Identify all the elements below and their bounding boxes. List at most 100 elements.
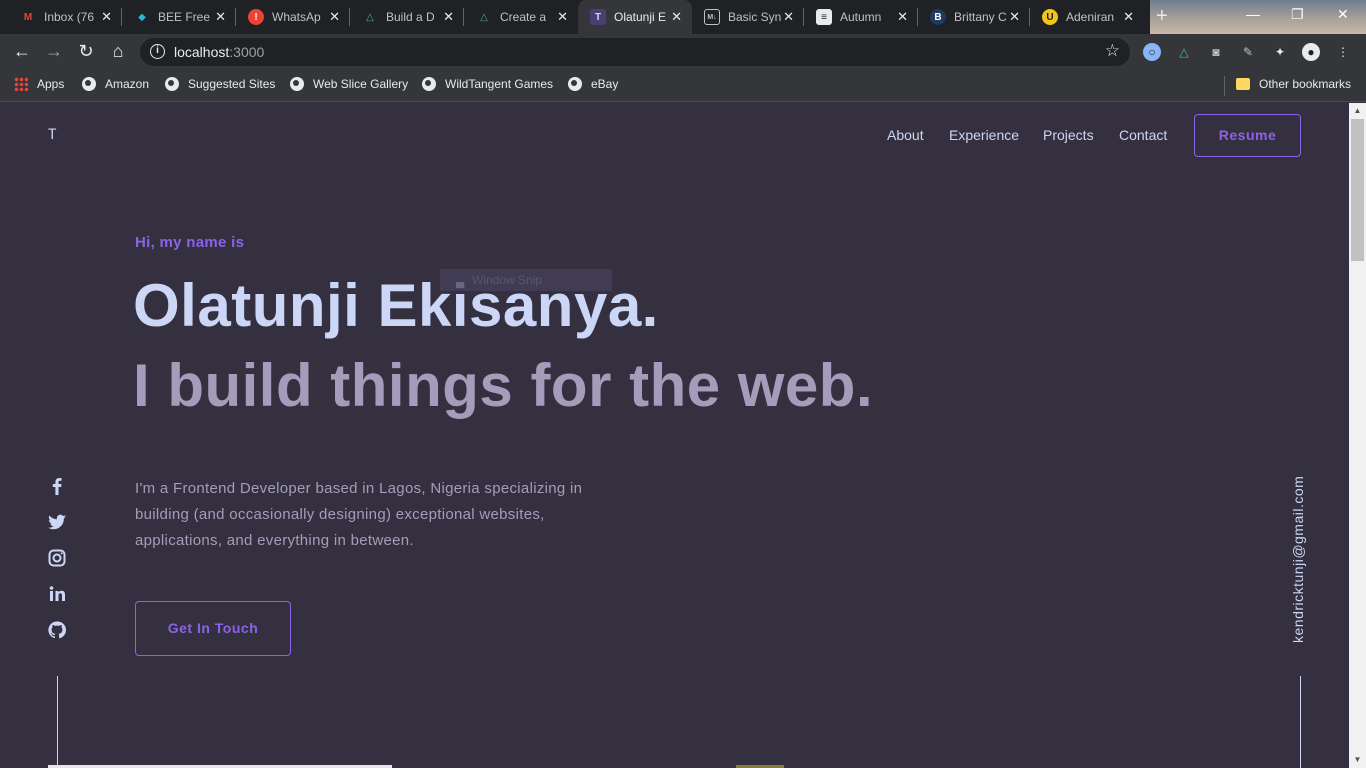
close-icon[interactable]: ✕ bbox=[329, 9, 340, 25]
tab-strip: M Inbox (76 ✕ ◆ BEE Free ✕ ! WhatsAp ✕ △… bbox=[0, 0, 1366, 34]
bookmark-apps[interactable]: Apps bbox=[14, 77, 64, 91]
bookmarks-bar: Apps Amazon Suggested Sites Web Slice Ga… bbox=[0, 70, 1366, 102]
tab-create-a[interactable]: △ Create a ✕ bbox=[464, 0, 578, 34]
hero-tagline: I build things for the web. bbox=[133, 352, 874, 419]
close-icon[interactable]: ✕ bbox=[897, 9, 908, 25]
brittany-icon: B bbox=[930, 9, 946, 25]
email-divider-line bbox=[1300, 676, 1301, 768]
new-tab-icon[interactable]: + bbox=[1156, 6, 1168, 26]
tab-title: Autumn bbox=[840, 10, 882, 24]
window-snip-overlay: Window Snip bbox=[440, 269, 612, 291]
tab-autumn[interactable]: ≡ Autumn ✕ bbox=[804, 0, 918, 34]
bookmark-amazon[interactable]: Amazon bbox=[82, 77, 149, 91]
bee-icon: ◆ bbox=[138, 11, 146, 23]
globe-icon bbox=[422, 77, 436, 91]
close-icon[interactable]: ✕ bbox=[1123, 9, 1134, 25]
nav-projects[interactable]: Projects bbox=[1043, 127, 1094, 143]
close-icon[interactable]: ✕ bbox=[215, 9, 226, 25]
bookmark-star-icon[interactable]: ☆ bbox=[1105, 41, 1120, 61]
minimize-icon[interactable]: — bbox=[1246, 6, 1260, 22]
back-icon[interactable]: ← bbox=[11, 41, 33, 61]
restore-icon[interactable]: ❐ bbox=[1291, 6, 1304, 23]
close-icon[interactable]: ✕ bbox=[557, 9, 568, 25]
facebook-icon[interactable] bbox=[47, 476, 67, 496]
globe-icon bbox=[290, 77, 304, 91]
apps-grid-icon bbox=[14, 77, 28, 91]
camera-icon[interactable]: ◙ bbox=[1207, 43, 1225, 61]
scrollbar-thumb[interactable] bbox=[1351, 119, 1364, 261]
tab-whatsapp[interactable]: ! WhatsAp ✕ bbox=[236, 0, 350, 34]
nav-contact[interactable]: Contact bbox=[1119, 127, 1167, 143]
forward-icon[interactable]: → bbox=[43, 41, 65, 61]
tab-title: Olatunji E bbox=[614, 10, 667, 24]
tab-title: Create a bbox=[500, 10, 547, 24]
pen-icon[interactable]: ✎ bbox=[1239, 43, 1257, 61]
bookmark-suggested-sites[interactable]: Suggested Sites bbox=[165, 77, 275, 91]
github-icon[interactable] bbox=[47, 620, 67, 640]
email-link[interactable]: kendricktunji@gmail.com bbox=[1290, 476, 1306, 643]
tab-title: Build a D bbox=[386, 10, 435, 24]
scroll-up-icon[interactable]: ▲ bbox=[1349, 103, 1366, 119]
tab-title: Brittany C bbox=[954, 10, 1007, 24]
tab-gmail[interactable]: M Inbox (76 ✕ bbox=[8, 0, 122, 34]
tab-basic-syntax[interactable]: M↓ Basic Syn ✕ bbox=[692, 0, 804, 34]
tab-title: WhatsAp bbox=[272, 10, 321, 24]
globe-icon bbox=[82, 77, 96, 91]
bookmark-web-slice-gallery[interactable]: Web Slice Gallery bbox=[290, 77, 408, 91]
globe-icon bbox=[165, 77, 179, 91]
menu-kebab-icon[interactable]: ⋮ bbox=[1334, 43, 1352, 61]
bookmark-other[interactable]: Other bookmarks bbox=[1236, 77, 1351, 91]
tab-build-a[interactable]: △ Build a D ✕ bbox=[350, 0, 464, 34]
browser-toolbar: ← → ↻ ⌂ i localhost:3000 ☆ ○ △ ◙ ✎ ✦ ● ⋮ bbox=[0, 34, 1366, 70]
close-icon[interactable]: ✕ bbox=[1009, 9, 1020, 25]
linkedin-icon[interactable] bbox=[47, 584, 67, 604]
vue-devtools-icon[interactable]: △ bbox=[1175, 43, 1193, 61]
extensions-puzzle-icon[interactable]: ✦ bbox=[1271, 43, 1289, 61]
whatsapp-alert-icon: ! bbox=[248, 9, 264, 25]
tab-title: Adeniran bbox=[1066, 10, 1115, 24]
extension-icon[interactable]: ○ bbox=[1143, 43, 1161, 61]
scroll-down-icon[interactable]: ▼ bbox=[1349, 752, 1366, 768]
adeniran-icon: U bbox=[1042, 9, 1058, 25]
close-icon[interactable]: ✕ bbox=[671, 9, 682, 25]
home-icon[interactable]: ⌂ bbox=[107, 41, 129, 61]
tab-olatunji-active[interactable]: T Olatunji E ✕ bbox=[578, 0, 692, 34]
vue-icon: △ bbox=[480, 11, 488, 23]
nav-about[interactable]: About bbox=[887, 127, 924, 143]
tab-brittany[interactable]: B Brittany C ✕ bbox=[918, 0, 1030, 34]
url-text[interactable]: localhost:3000 bbox=[174, 44, 264, 60]
site-info-icon[interactable]: i bbox=[150, 44, 165, 59]
markdown-icon: M↓ bbox=[704, 9, 720, 25]
portfolio-page: T About Experience Projects Contact Resu… bbox=[0, 103, 1366, 768]
resume-button[interactable]: Resume bbox=[1194, 114, 1301, 157]
folder-icon bbox=[1236, 78, 1250, 90]
get-in-touch-button[interactable]: Get In Touch bbox=[135, 601, 291, 656]
instagram-icon[interactable] bbox=[47, 548, 67, 568]
portfolio-icon: T bbox=[590, 9, 606, 25]
gmail-icon: M bbox=[23, 11, 33, 23]
tab-title: Inbox (76 bbox=[44, 10, 95, 24]
vue-icon: △ bbox=[366, 11, 374, 23]
close-icon[interactable]: ✕ bbox=[783, 9, 794, 25]
bookmark-wildtangent-games[interactable]: WildTangent Games bbox=[422, 77, 553, 91]
close-icon[interactable]: ✕ bbox=[101, 9, 112, 25]
page-scrollbar[interactable]: ▲ ▼ bbox=[1349, 103, 1366, 768]
globe-icon bbox=[568, 77, 582, 91]
address-bar[interactable]: i localhost:3000 ☆ bbox=[140, 38, 1130, 66]
tab-title: Basic Syn bbox=[728, 10, 782, 24]
social-divider-line bbox=[57, 676, 58, 768]
close-icon[interactable]: ✕ bbox=[443, 9, 454, 25]
intro-greeting: Hi, my name is bbox=[135, 234, 245, 251]
site-logo[interactable]: T bbox=[48, 127, 56, 143]
hero-bio: I'm a Frontend Developer based in Lagos,… bbox=[135, 480, 583, 549]
reload-icon[interactable]: ↻ bbox=[75, 41, 97, 61]
document-icon: ≡ bbox=[816, 9, 832, 25]
bookmark-ebay[interactable]: eBay bbox=[568, 77, 618, 91]
tab-title: BEE Free bbox=[158, 10, 211, 24]
nav-experience[interactable]: Experience bbox=[949, 127, 1019, 143]
close-window-icon[interactable]: ✕ bbox=[1337, 6, 1349, 23]
tab-bee-free[interactable]: ◆ BEE Free ✕ bbox=[122, 0, 236, 34]
profile-avatar[interactable]: ● bbox=[1302, 43, 1320, 61]
tab-adeniran[interactable]: U Adeniran ✕ bbox=[1030, 0, 1144, 34]
twitter-icon[interactable] bbox=[47, 512, 67, 532]
